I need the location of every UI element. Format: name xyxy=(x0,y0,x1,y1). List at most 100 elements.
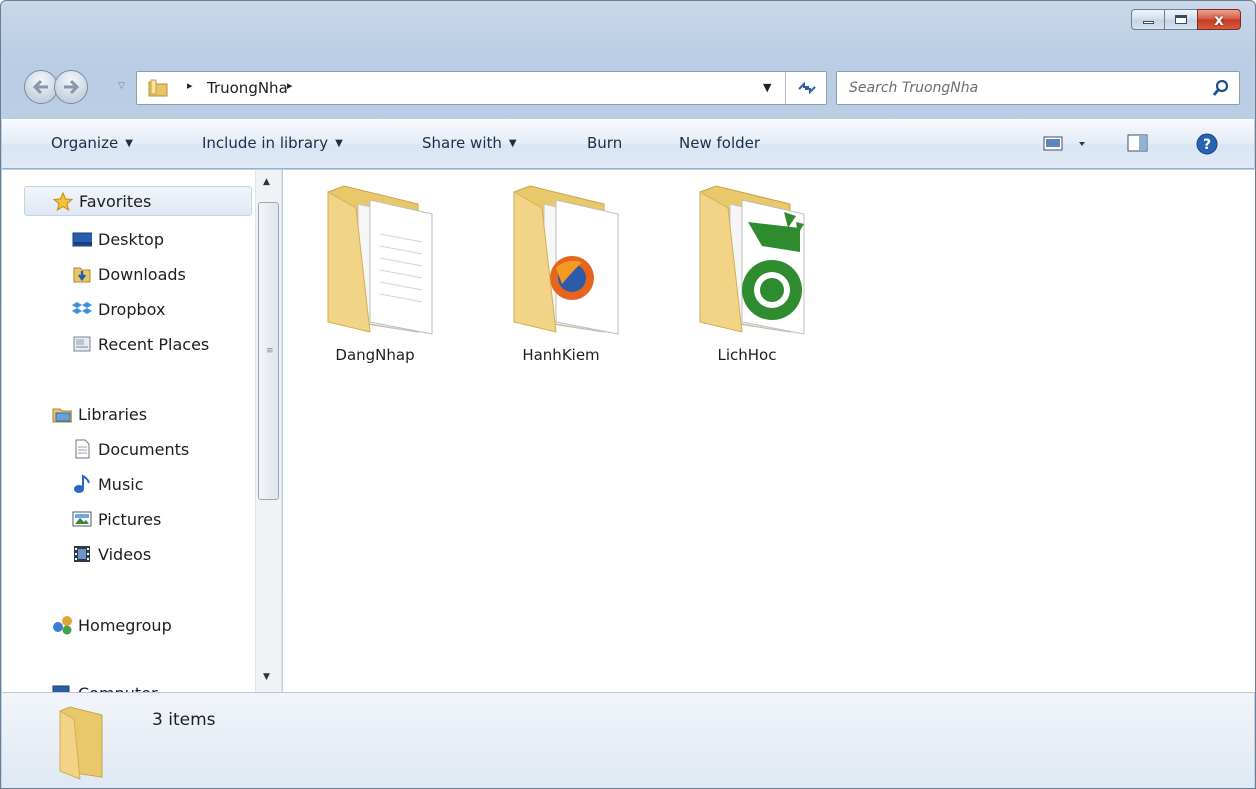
organize-button[interactable]: Organize ▼ xyxy=(51,134,133,152)
sidebar-item-label: Documents xyxy=(98,439,190,459)
nav-buttons xyxy=(24,67,124,107)
scroll-up-arrow-icon[interactable]: ▲ xyxy=(263,177,270,187)
sidebar-item-label: Favorites xyxy=(79,191,152,211)
preview-pane-icon xyxy=(1127,134,1148,152)
maximize-button[interactable] xyxy=(1164,9,1197,30)
minimize-button[interactable] xyxy=(1131,9,1164,30)
new-folder-button[interactable]: New folder xyxy=(679,134,760,152)
file-list: DangNhap HanhKiem LichHoc xyxy=(283,170,1255,692)
sidebar-item-homegroup[interactable]: Homegroup xyxy=(52,610,172,640)
file-name: LichHoc xyxy=(717,346,777,364)
dropbox-icon xyxy=(72,300,92,318)
navigation-pane: Favorites Desktop Downloads Dropbox Rece… xyxy=(2,170,282,692)
music-icon xyxy=(72,474,92,493)
sidebar-item-recent-places[interactable]: Recent Places xyxy=(72,329,209,359)
recent-places-icon xyxy=(72,335,92,353)
pictures-icon xyxy=(72,510,92,528)
sidebar-item-label: Dropbox xyxy=(98,299,166,319)
folder-item-hanhkiem[interactable]: HanhKiem xyxy=(486,182,636,364)
command-bar: Organize ▼ Include in library ▼ Share with… xyxy=(2,119,1254,169)
scroll-down-arrow-icon[interactable]: ▼ xyxy=(263,672,270,682)
help-icon: ? xyxy=(1196,133,1218,155)
documents-icon xyxy=(72,439,92,459)
item-count: 3 items xyxy=(152,710,216,730)
folder-icon xyxy=(148,79,168,97)
sidebar-item-desktop[interactable]: Desktop xyxy=(72,224,164,254)
address-bar[interactable]: ▸ TruongNha ▸ ▼ xyxy=(136,71,827,105)
dropdown-arrow-icon: ▼ xyxy=(125,138,133,149)
new-folder-label: New folder xyxy=(679,134,761,152)
sidebar-item-label: Libraries xyxy=(78,404,148,424)
close-icon: x xyxy=(1214,10,1224,29)
homegroup-icon xyxy=(52,616,72,635)
organize-label: Organize xyxy=(51,134,119,152)
refresh-icon xyxy=(797,81,816,95)
folder-with-green-app-icon xyxy=(699,185,805,335)
sidebar-item-label: Pictures xyxy=(98,509,162,529)
refresh-button[interactable] xyxy=(785,72,827,104)
libraries-icon xyxy=(52,405,72,423)
breadcrumb-separator[interactable]: ▸ xyxy=(187,79,193,92)
back-arrow-icon xyxy=(32,79,48,95)
view-icon xyxy=(1043,136,1085,151)
search-icon[interactable] xyxy=(1211,78,1231,98)
scrollbar-thumb[interactable]: ≡ xyxy=(258,202,279,500)
sidebar-item-label: Recent Places xyxy=(98,334,210,354)
nav-scrollbar[interactable]: ▲ ≡ ▼ xyxy=(255,170,281,692)
close-button[interactable]: x xyxy=(1197,9,1241,30)
explorer-window: x ▽ ▸ TruongNha ▸ ▼ Search TruongNha Org… xyxy=(0,0,1256,789)
sidebar-item-computer[interactable]: Computer xyxy=(52,678,158,692)
include-in-library-button[interactable]: Include in library ▼ xyxy=(202,134,343,152)
forward-button[interactable] xyxy=(54,70,88,104)
sidebar-item-label: Downloads xyxy=(98,264,186,284)
caption-buttons: x xyxy=(1131,9,1241,30)
sidebar-item-downloads[interactable]: Downloads xyxy=(72,259,186,289)
sidebar-item-dropbox[interactable]: Dropbox xyxy=(72,294,165,324)
svg-text:?: ? xyxy=(1203,137,1211,153)
folder-item-dangnhap[interactable]: DangNhap xyxy=(300,182,450,364)
burn-button[interactable]: Burn xyxy=(587,134,622,152)
sidebar-item-label: Desktop xyxy=(98,229,164,249)
share-with-label: Share with xyxy=(422,134,502,152)
back-button[interactable] xyxy=(24,70,58,104)
sidebar-item-label: Computer xyxy=(78,684,158,693)
include-in-library-label: Include in library xyxy=(202,134,329,152)
scroll-grip-icon: ≡ xyxy=(266,346,274,356)
address-dropdown-icon[interactable]: ▼ xyxy=(763,81,771,94)
burn-label: Burn xyxy=(587,134,623,152)
sidebar-item-label: Videos xyxy=(98,544,152,564)
sidebar-item-label: Music xyxy=(98,474,144,494)
star-icon xyxy=(53,191,73,211)
computer-icon xyxy=(52,684,72,692)
change-view-button[interactable] xyxy=(1042,132,1094,158)
minimize-icon xyxy=(1142,21,1154,24)
sidebar-item-libraries[interactable]: Libraries xyxy=(52,399,147,429)
dropdown-arrow-icon: ▼ xyxy=(508,138,517,149)
preview-pane-button[interactable] xyxy=(1126,132,1150,158)
sidebar-item-label: Homegroup xyxy=(78,615,172,635)
breadcrumb-separator[interactable]: ▸ xyxy=(287,79,293,92)
sidebar-item-music[interactable]: Music xyxy=(72,469,144,499)
recent-pages-dropdown[interactable]: ▽ xyxy=(118,81,125,91)
share-with-button[interactable]: Share with ▼ xyxy=(422,134,517,152)
search-input[interactable] xyxy=(849,78,1189,98)
desktop-icon xyxy=(72,230,92,248)
folder-icon xyxy=(59,706,103,780)
folder-item-lichhoc[interactable]: LichHoc xyxy=(672,182,822,364)
breadcrumb-truongnha[interactable]: TruongNha xyxy=(207,79,288,97)
sidebar-item-favorites[interactable]: Favorites xyxy=(24,186,252,216)
maximize-icon xyxy=(1175,15,1187,24)
folder-with-firefox-icon xyxy=(513,185,619,335)
sidebar-item-videos[interactable]: Videos xyxy=(72,539,151,569)
search-box[interactable] xyxy=(836,71,1240,105)
sidebar-item-documents[interactable]: Documents xyxy=(72,434,189,464)
videos-icon xyxy=(72,545,92,563)
details-pane: 3 items xyxy=(2,692,1254,788)
folder-with-documents-icon xyxy=(327,185,433,335)
forward-arrow-icon xyxy=(64,79,80,95)
downloads-icon xyxy=(72,265,92,283)
sidebar-item-pictures[interactable]: Pictures xyxy=(72,504,161,534)
help-button[interactable]: ? xyxy=(1195,132,1219,160)
file-name: DangNhap xyxy=(335,346,415,364)
dropdown-arrow-icon: ▼ xyxy=(335,138,343,149)
